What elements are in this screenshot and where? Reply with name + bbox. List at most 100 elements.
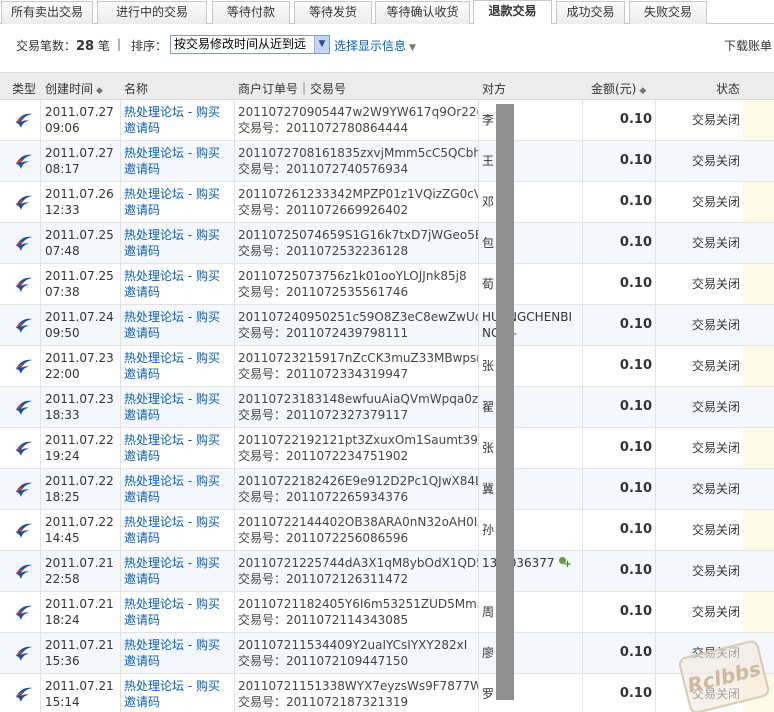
trade-no: 交易号：2011072535561746 [238,285,409,299]
created-time: 2011.07.26 12:33 [45,187,114,217]
col-party: 对方 [482,82,507,96]
chevron-down-icon[interactable]: ▼ [314,36,329,53]
tab-success[interactable]: 成功交易 [556,1,625,24]
column-divider [120,305,121,346]
col-amount[interactable]: 金额(元) ◆ [591,80,646,97]
tab-failed[interactable]: 失败交易 [629,1,707,24]
amount: 0.10 [619,686,652,701]
column-divider [655,510,656,551]
item-name-link[interactable]: 热处理论坛 - 购买 邀请码 [124,391,220,423]
column-divider [234,510,235,551]
tab-await-ship[interactable]: 等待发货 [294,1,372,24]
bird-logo-icon [14,357,34,375]
col-created[interactable]: 创建时间 ◆ [45,80,103,97]
created-time: 2011.07.25 07:48 [45,228,114,258]
status-text: 交易关闭 [691,523,740,537]
tab-await-confirm[interactable]: 等待确认收货 [375,1,470,24]
column-divider [478,141,479,182]
created-time: 2011.07.21 15:36 [45,638,114,668]
column-divider [478,633,479,674]
status-text: 交易关闭 [691,154,740,168]
bird-logo-icon [14,275,34,293]
item-name-link[interactable]: 热处理论坛 - 购买 邀请码 [124,309,220,341]
table-row: 2011.07.21 15:36 热处理论坛 - 购买 邀请码 201107211534… [0,633,774,674]
item-name-link[interactable]: 热处理论坛 - 购买 邀请码 [124,104,220,136]
choose-display-info-link[interactable]: 选择显示信息 ▼ [334,37,416,54]
trade-no: 交易号：2011072109447150 [238,654,409,668]
merchant-order-no: 201107240950251c59O8Z3eC8ewZwUcC [238,310,478,324]
column-divider [40,100,41,141]
trade-count: 交易笔数：28 笔 [16,39,110,54]
table-row: 2011.07.23 22:00 热处理论坛 - 购买 邀请码 201107232159… [0,346,774,387]
tab-await-payment[interactable]: 等待付款 [212,1,290,24]
bird-logo-icon [14,234,34,252]
tab-all-sold[interactable]: 所有卖出交易 [1,1,93,24]
column-divider [582,264,583,305]
created-time: 2011.07.22 18:25 [45,474,114,504]
column-divider [120,141,121,182]
created-time: 2011.07.22 14:45 [45,515,114,545]
item-name-link[interactable]: 热处理论坛 - 购买 邀请码 [124,555,220,587]
column-divider [478,551,479,592]
status-text: 交易关闭 [691,113,740,127]
column-divider [120,633,121,674]
item-name-link[interactable]: 热处理论坛 - 购买 邀请码 [124,637,220,669]
column-divider [582,305,583,346]
item-name-link[interactable]: 热处理论坛 - 购买 邀请码 [124,227,220,259]
merchant-order-no: 20110725073756z1k01ooYLOJJnk85j8 [238,269,467,283]
item-name-link[interactable]: 热处理论坛 - 购买 邀请码 [124,350,220,382]
item-name-link[interactable]: 热处理论坛 - 购买 邀请码 [124,473,220,505]
sort-icon[interactable]: ◆ [639,86,646,96]
download-statement-link[interactable]: 下载账单 [724,37,772,54]
item-name-link[interactable]: 热处理论坛 - 购买 邀请码 [124,268,220,300]
table-row: 2011.07.21 22:58 热处理论坛 - 购买 邀请码 201107212257… [0,551,774,592]
column-divider [234,551,235,592]
amount: 0.10 [619,276,652,291]
column-divider [478,182,479,223]
column-divider [120,182,121,223]
column-divider [478,223,479,264]
created-time: 2011.07.21 18:24 [45,597,114,627]
column-divider [582,141,583,182]
column-divider [478,592,479,633]
column-divider [40,469,41,510]
sort-label: 排序： [131,39,168,53]
column-divider [120,428,121,469]
merchant-order-no: 20110722192121pt3ZxuxOm1Saumt39r [238,433,478,447]
item-name-link[interactable]: 热处理论坛 - 购买 邀请码 [124,596,220,628]
table-row: 2011.07.22 18:25 热处理论坛 - 购买 邀请码 201107221824… [0,469,774,510]
merchant-order-no: 201107211534409Y2uaIYCsIYXY282xI [238,638,468,652]
column-divider [478,387,479,428]
tab-in-progress[interactable]: 进行中的交易 [97,1,207,24]
order-number: 2011072708161835zxvjMmm5cC5QCbhs 交易号：2011… [238,145,478,177]
col-name: 名称 [124,82,149,96]
column-divider [234,346,235,387]
item-name-link[interactable]: 热处理论坛 - 购买 邀请码 [124,678,220,710]
tab-refund[interactable]: 退款交易 [473,0,552,24]
column-divider [120,510,121,551]
trade-no: 交易号：2011072327379117 [238,408,409,422]
created-time: 2011.07.27 08:17 [45,146,114,176]
item-name-link[interactable]: 热处理论坛 - 购买 邀请码 [124,145,220,177]
created-time: 2011.07.27 09:06 [45,105,114,135]
col-order: 商户订单号｜交易号 [238,82,347,96]
order-number: 201107261233342MPZP01z1VQizZG0cVG 交易号：201… [238,186,478,218]
bird-logo-icon [14,193,34,211]
sort-icon[interactable]: ◆ [96,86,103,96]
sort-select[interactable]: 按交易修改时间从近到远 ▼ [170,35,330,54]
table-row: 2011.07.25 07:38 热处理论坛 - 购买 邀请码 201107250737… [0,264,774,305]
trade-no: 交易号：2011072439798111 [238,326,409,340]
column-divider [655,387,656,428]
status-text: 交易关闭 [691,564,740,578]
table-header: 类型 创建时间 ◆ 名称 商户订单号｜交易号 对方 金额(元) ◆ 状态 [0,72,774,100]
item-name-link[interactable]: 热处理论坛 - 购买 邀请码 [124,514,220,546]
column-divider [234,223,235,264]
trade-no: 交易号：2011072187321319 [238,695,409,709]
item-name-link[interactable]: 热处理论坛 - 购买 邀请码 [124,186,220,218]
column-divider [655,674,656,712]
item-name-link[interactable]: 热处理论坛 - 购买 邀请码 [124,432,220,464]
created-time: 2011.07.22 19:24 [45,433,114,463]
column-divider [40,264,41,305]
add-contact-icon[interactable]: + [558,556,572,570]
trade-no: 交易号：2011072234751902 [238,449,409,463]
